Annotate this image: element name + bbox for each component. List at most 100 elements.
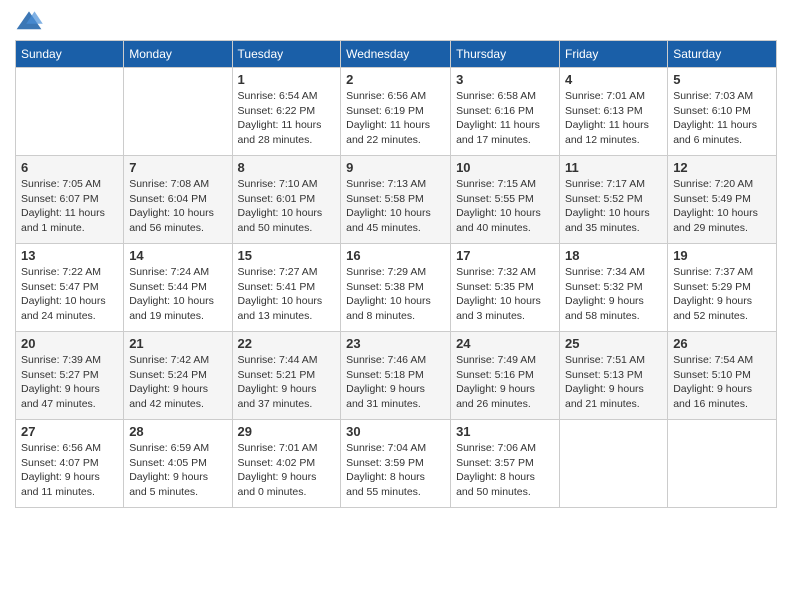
day-number: 12 [673, 160, 771, 175]
day-info: Sunrise: 6:56 AMSunset: 4:07 PMDaylight:… [21, 441, 118, 500]
day-info: Sunrise: 6:58 AMSunset: 6:16 PMDaylight:… [456, 89, 554, 148]
day-cell: 18 Sunrise: 7:34 AMSunset: 5:32 PMDayligh… [560, 244, 668, 332]
day-cell: 12 Sunrise: 7:20 AMSunset: 5:49 PMDayligh… [668, 156, 777, 244]
day-number: 9 [346, 160, 445, 175]
day-cell: 15 Sunrise: 7:27 AMSunset: 5:41 PMDayligh… [232, 244, 341, 332]
day-cell: 27 Sunrise: 6:56 AMSunset: 4:07 PMDayligh… [16, 420, 124, 508]
day-cell: 26 Sunrise: 7:54 AMSunset: 5:10 PMDayligh… [668, 332, 777, 420]
day-number: 11 [565, 160, 662, 175]
day-info: Sunrise: 7:05 AMSunset: 6:07 PMDaylight:… [21, 177, 118, 236]
day-number: 18 [565, 248, 662, 263]
day-info: Sunrise: 7:17 AMSunset: 5:52 PMDaylight:… [565, 177, 662, 236]
day-info: Sunrise: 7:08 AMSunset: 6:04 PMDaylight:… [129, 177, 226, 236]
day-info: Sunrise: 6:59 AMSunset: 4:05 PMDaylight:… [129, 441, 226, 500]
header-monday: Monday [124, 41, 232, 68]
day-cell: 5Sunrise: 7:03 AMSunset: 6:10 PMDaylight… [668, 68, 777, 156]
day-cell: 2 Sunrise: 6:56 AMSunset: 6:19 PMDaylight… [341, 68, 451, 156]
day-info: Sunrise: 7:49 AMSunset: 5:16 PMDaylight:… [456, 353, 554, 412]
day-info: Sunrise: 7:54 AMSunset: 5:10 PMDaylight:… [673, 353, 771, 412]
day-cell: 30 Sunrise: 7:04 AMSunset: 3:59 PMDayligh… [341, 420, 451, 508]
day-number: 8 [238, 160, 336, 175]
day-info: Sunrise: 7:46 AMSunset: 5:18 PMDaylight:… [346, 353, 445, 412]
day-info: Sunrise: 7:24 AMSunset: 5:44 PMDaylight:… [129, 265, 226, 324]
day-cell: 3 Sunrise: 6:58 AMSunset: 6:16 PMDaylight… [451, 68, 560, 156]
day-cell: 25Sunrise: 7:51 AMSunset: 5:13 PMDayligh… [560, 332, 668, 420]
day-cell: 10Sunrise: 7:15 AMSunset: 5:55 PMDayligh… [451, 156, 560, 244]
day-number: 17 [456, 248, 554, 263]
day-number: 6 [21, 160, 118, 175]
day-info: Sunrise: 7:32 AMSunset: 5:35 PMDaylight:… [456, 265, 554, 324]
day-cell: 29 Sunrise: 7:01 AMSunset: 4:02 PMDayligh… [232, 420, 341, 508]
day-info: Sunrise: 7:39 AMSunset: 5:27 PMDaylight:… [21, 353, 118, 412]
week-row-5: 27 Sunrise: 6:56 AMSunset: 4:07 PMDayligh… [16, 420, 777, 508]
day-info: Sunrise: 6:56 AMSunset: 6:19 PMDaylight:… [346, 89, 445, 148]
day-number: 13 [21, 248, 118, 263]
day-number: 20 [21, 336, 118, 351]
day-cell: 20 Sunrise: 7:39 AMSunset: 5:27 PMDayligh… [16, 332, 124, 420]
header-tuesday: Tuesday [232, 41, 341, 68]
day-info: Sunrise: 7:15 AMSunset: 5:55 PMDaylight:… [456, 177, 554, 236]
day-cell: 9 Sunrise: 7:13 AMSunset: 5:58 PMDaylight… [341, 156, 451, 244]
day-info: Sunrise: 7:04 AMSunset: 3:59 PMDaylight:… [346, 441, 445, 500]
header-thursday: Thursday [451, 41, 560, 68]
day-info: Sunrise: 7:34 AMSunset: 5:32 PMDaylight:… [565, 265, 662, 324]
day-info: Sunrise: 7:20 AMSunset: 5:49 PMDaylight:… [673, 177, 771, 236]
day-cell: 23 Sunrise: 7:46 AMSunset: 5:18 PMDayligh… [341, 332, 451, 420]
day-number: 29 [238, 424, 336, 439]
day-number: 26 [673, 336, 771, 351]
day-number: 30 [346, 424, 445, 439]
day-cell: 17 Sunrise: 7:32 AMSunset: 5:35 PMDayligh… [451, 244, 560, 332]
week-row-2: 6 Sunrise: 7:05 AMSunset: 6:07 PMDaylight… [16, 156, 777, 244]
day-number: 15 [238, 248, 336, 263]
header-row: SundayMondayTuesdayWednesdayThursdayFrid… [16, 41, 777, 68]
header-wednesday: Wednesday [341, 41, 451, 68]
day-cell: 16 Sunrise: 7:29 AMSunset: 5:38 PMDayligh… [341, 244, 451, 332]
day-number: 2 [346, 72, 445, 87]
day-number: 19 [673, 248, 771, 263]
day-number: 3 [456, 72, 554, 87]
day-info: Sunrise: 7:37 AMSunset: 5:29 PMDaylight:… [673, 265, 771, 324]
day-number: 25 [565, 336, 662, 351]
day-cell: 6 Sunrise: 7:05 AMSunset: 6:07 PMDaylight… [16, 156, 124, 244]
day-cell: 22 Sunrise: 7:44 AMSunset: 5:21 PMDayligh… [232, 332, 341, 420]
day-info: Sunrise: 7:01 AMSunset: 6:13 PMDaylight:… [565, 89, 662, 148]
day-info: Sunrise: 6:54 AMSunset: 6:22 PMDaylight:… [238, 89, 336, 148]
logo [15, 10, 47, 32]
day-number: 7 [129, 160, 226, 175]
day-cell: 28 Sunrise: 6:59 AMSunset: 4:05 PMDayligh… [124, 420, 232, 508]
day-info: Sunrise: 7:01 AMSunset: 4:02 PMDaylight:… [238, 441, 336, 500]
day-info: Sunrise: 7:13 AMSunset: 5:58 PMDaylight:… [346, 177, 445, 236]
day-cell [124, 68, 232, 156]
day-number: 1 [238, 72, 336, 87]
day-info: Sunrise: 7:29 AMSunset: 5:38 PMDaylight:… [346, 265, 445, 324]
day-cell: 1 Sunrise: 6:54 AMSunset: 6:22 PMDaylight… [232, 68, 341, 156]
day-info: Sunrise: 7:44 AMSunset: 5:21 PMDaylight:… [238, 353, 336, 412]
day-info: Sunrise: 7:06 AMSunset: 3:57 PMDaylight:… [456, 441, 554, 500]
day-number: 5 [673, 72, 771, 87]
week-row-4: 20 Sunrise: 7:39 AMSunset: 5:27 PMDayligh… [16, 332, 777, 420]
day-number: 21 [129, 336, 226, 351]
day-info: Sunrise: 7:27 AMSunset: 5:41 PMDaylight:… [238, 265, 336, 324]
day-number: 27 [21, 424, 118, 439]
day-info: Sunrise: 7:10 AMSunset: 6:01 PMDaylight:… [238, 177, 336, 236]
calendar-table: SundayMondayTuesdayWednesdayThursdayFrid… [15, 40, 777, 508]
logo-icon [15, 10, 43, 32]
day-number: 16 [346, 248, 445, 263]
day-cell: 24 Sunrise: 7:49 AMSunset: 5:16 PMDayligh… [451, 332, 560, 420]
week-row-1: 1 Sunrise: 6:54 AMSunset: 6:22 PMDaylight… [16, 68, 777, 156]
header-sunday: Sunday [16, 41, 124, 68]
day-number: 23 [346, 336, 445, 351]
day-cell: 8 Sunrise: 7:10 AMSunset: 6:01 PMDaylight… [232, 156, 341, 244]
day-number: 24 [456, 336, 554, 351]
day-number: 31 [456, 424, 554, 439]
day-number: 22 [238, 336, 336, 351]
header-saturday: Saturday [668, 41, 777, 68]
week-row-3: 13Sunrise: 7:22 AMSunset: 5:47 PMDayligh… [16, 244, 777, 332]
day-info: Sunrise: 7:42 AMSunset: 5:24 PMDaylight:… [129, 353, 226, 412]
day-cell: 4Sunrise: 7:01 AMSunset: 6:13 PMDaylight… [560, 68, 668, 156]
day-number: 28 [129, 424, 226, 439]
day-cell [668, 420, 777, 508]
day-cell: 21 Sunrise: 7:42 AMSunset: 5:24 PMDayligh… [124, 332, 232, 420]
day-cell [16, 68, 124, 156]
day-cell: 31 Sunrise: 7:06 AMSunset: 3:57 PMDayligh… [451, 420, 560, 508]
